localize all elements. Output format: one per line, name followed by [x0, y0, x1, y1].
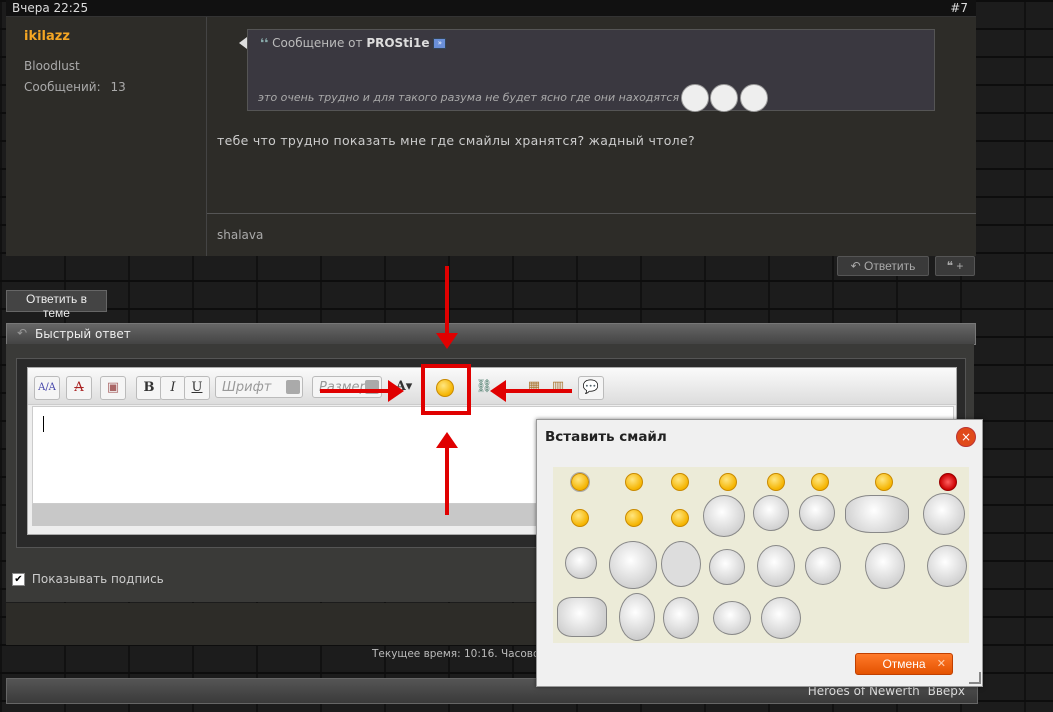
insert-quote-icon[interactable]: 💬: [578, 376, 604, 400]
annotation-arrowhead-right: [388, 380, 404, 402]
underline-icon[interactable]: U: [184, 376, 210, 400]
quote-header: ❛❛ Сообщение от PROSti1e »: [260, 36, 447, 50]
smiley-item[interactable]: [939, 473, 957, 491]
rage-face-item[interactable]: [565, 547, 597, 579]
smiley-item[interactable]: [625, 473, 643, 491]
reply-button[interactable]: ↶ Ответить: [837, 256, 929, 276]
post-count-label: Сообщений:: [24, 80, 101, 94]
reply-arrow-icon: ↶: [850, 259, 861, 273]
post-header: Вчера 22:25 #7: [6, 0, 976, 17]
chevron-down-icon: [286, 380, 300, 394]
shocked-face-item[interactable]: [865, 543, 905, 589]
size-select[interactable]: Размер: [312, 376, 382, 398]
remove-format-icon[interactable]: A/A: [34, 376, 60, 400]
rage-face-item[interactable]: [663, 597, 699, 639]
rage-face-item[interactable]: [703, 495, 745, 537]
font-select-label: Шрифт: [222, 380, 272, 395]
text-caret: [43, 416, 44, 432]
annotation-arrow-left: [320, 389, 388, 393]
show-signature-checkbox[interactable]: ✔ Показывать подпись: [12, 572, 164, 586]
rage-face-item[interactable]: [619, 593, 655, 641]
annotation-arrowhead-left: [490, 380, 506, 402]
rage-face-item[interactable]: [845, 495, 909, 533]
quote-arrow-icon: [239, 37, 247, 49]
smiley-item[interactable]: [625, 509, 643, 527]
signature: shalava: [217, 228, 264, 242]
rage-face-icon: [680, 84, 709, 112]
rage-face-item[interactable]: [753, 495, 789, 531]
user-info-column: ikilazz Bloodlust Сообщений: 13: [6, 17, 207, 256]
annotation-arrowhead-up: [436, 432, 458, 448]
italic-icon[interactable]: I: [160, 376, 186, 400]
rage-face-item[interactable]: [923, 493, 965, 535]
multiquote-button[interactable]: ❝ +: [935, 256, 975, 276]
dialog-title: Вставить смайл: [545, 429, 667, 445]
close-icon: ✕: [936, 658, 946, 670]
smiley-item[interactable]: [570, 472, 590, 492]
post-date: Вчера 22:25: [12, 1, 89, 15]
bold-icon[interactable]: B: [136, 376, 162, 400]
reply-arrow-icon: ↶: [17, 326, 28, 340]
quick-reply-title: Быстрый ответ: [35, 327, 131, 341]
rage-face-item[interactable]: [757, 545, 795, 587]
quote-author: PROSti1e: [366, 36, 430, 50]
smiley-item[interactable]: [571, 509, 589, 527]
view-post-icon[interactable]: »: [433, 38, 447, 49]
post-text: тебе что трудно показать мне где смайлы …: [217, 133, 695, 148]
smiley-item[interactable]: [767, 473, 785, 491]
annotation-arrow-right: [506, 389, 572, 393]
checkbox-checked-icon: ✔: [12, 573, 25, 586]
post-body: ikilazz Bloodlust Сообщений: 13 ❛❛ Сообщ…: [6, 17, 976, 256]
show-signature-label: Показывать подпись: [31, 572, 164, 586]
rage-face-item[interactable]: [761, 597, 801, 639]
rage-face-item[interactable]: [709, 549, 745, 585]
smiley-item[interactable]: [719, 473, 737, 491]
cancel-button-label: Отмена: [882, 657, 926, 671]
insert-video-icon[interactable]: ▥: [546, 376, 570, 398]
rage-face-item[interactable]: [799, 495, 835, 531]
smiley-item[interactable]: [875, 473, 893, 491]
quick-reply-header[interactable]: ↶ Быстрый ответ: [6, 323, 976, 345]
annotation-highlight-box: [421, 364, 471, 415]
smiley-item[interactable]: [671, 509, 689, 527]
quote-icon: ❛❛: [260, 36, 269, 50]
clear-format-icon[interactable]: A: [66, 376, 92, 400]
rage-face-item[interactable]: [927, 545, 967, 587]
annotation-arrowhead-down: [436, 333, 458, 349]
shocked-face-icon: [739, 84, 768, 112]
annotation-arrow-top: [445, 266, 449, 334]
user-post-count: Сообщений: 13: [24, 80, 126, 94]
smiley-grid: [553, 467, 969, 643]
smiley-item[interactable]: [671, 473, 689, 491]
smiley-item[interactable]: [811, 473, 829, 491]
annotation-arrow-bottom: [445, 447, 449, 515]
quote-text-content: это очень трудно и для такого разума не …: [258, 91, 680, 104]
username-link[interactable]: ikilazz: [24, 29, 70, 44]
troll-face-icon: [710, 84, 739, 112]
cancel-button[interactable]: Отмена ✕: [855, 653, 953, 675]
quote-text: это очень трудно и для такого разума не …: [258, 84, 768, 112]
reply-in-topic-button[interactable]: Ответить в теме: [6, 290, 107, 320]
troll-face-item[interactable]: [713, 601, 751, 635]
rage-face-item[interactable]: [557, 597, 607, 637]
paste-icon[interactable]: ▣: [100, 376, 126, 400]
close-icon[interactable]: ×: [956, 427, 976, 447]
current-time-text: Текущее время: 10:16. Часовой: [372, 648, 547, 660]
post-number-link[interactable]: #7: [950, 1, 968, 15]
insert-smiley-dialog: Вставить смайл × Отмена ✕: [536, 419, 983, 687]
signature-divider: [207, 213, 976, 214]
user-rank: Bloodlust: [24, 59, 80, 73]
reply-button-label: Ответить: [864, 259, 916, 273]
rage-face-item[interactable]: [805, 547, 841, 585]
font-select[interactable]: Шрифт: [215, 376, 303, 398]
quote-prefix: Сообщение от: [272, 36, 363, 50]
resize-grip-icon[interactable]: [969, 672, 981, 684]
post-count-value: 13: [110, 80, 126, 94]
insert-image-icon[interactable]: ▦: [522, 376, 546, 398]
yao-ming-item[interactable]: [661, 541, 701, 587]
forever-alone-item[interactable]: [609, 541, 657, 589]
quote-block: ❛❛ Сообщение от PROSti1e » это очень тру…: [247, 29, 935, 112]
